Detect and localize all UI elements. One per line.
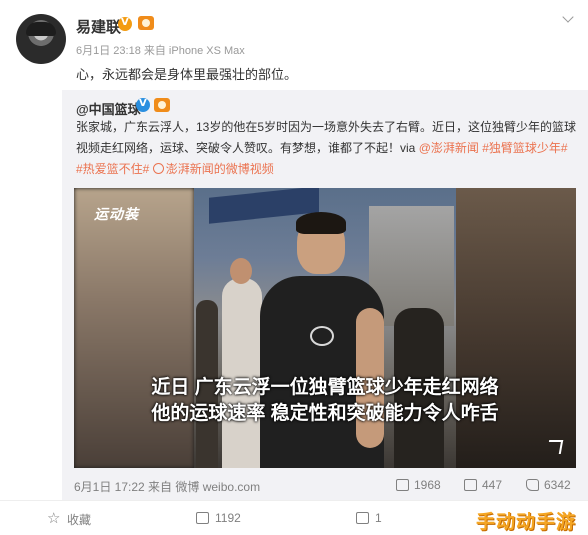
comment-label: 1 <box>375 511 382 525</box>
like-count-button[interactable]: 6342 <box>526 478 571 492</box>
chevron-down-icon[interactable] <box>560 10 576 26</box>
star-icon <box>47 509 61 527</box>
hashtag-link[interactable]: #独臂篮球少年# <box>479 141 567 155</box>
verified-icon <box>136 98 150 112</box>
original-text-line2: 视频走红网络，运球、突破令人赞叹。有梦想，谁都了不起！via @澎湃新闻 #独臂… <box>76 139 568 156</box>
repost-count: 1968 <box>414 478 441 492</box>
video-player-hair <box>296 212 346 234</box>
repost-box: @中国篮球 张家城，广东云浮人，13岁的他在5岁时因为一场意外失去了右臂。近日，… <box>62 90 588 500</box>
repost-label: 1192 <box>215 511 241 525</box>
video-blur-left <box>74 188 194 468</box>
original-text-line1: 张家城，广东云浮人，13岁的他在5岁时因为一场意外失去了右臂。近日，这位独臂少年… <box>76 120 577 134</box>
video-emblem <box>310 326 334 346</box>
favorite-button[interactable]: 收藏 <box>47 509 92 528</box>
fullscreen-icon[interactable] <box>546 438 562 454</box>
original-username[interactable]: @中国篮球 <box>76 99 141 118</box>
link-icon <box>152 163 164 174</box>
comment-count: 447 <box>482 478 503 492</box>
action-bar: 收藏 1192 1 手动动手游 <box>0 500 588 535</box>
mention-link[interactable]: @澎湃新闻 <box>419 141 479 155</box>
avatar-cap <box>26 22 56 36</box>
username[interactable]: 易建联 <box>76 16 121 37</box>
original-text-line3: #热爱篮不住# 澎湃新闻的微博视频 <box>76 160 274 177</box>
repost-meta: 6月1日 17:22 来自 微博 weibo.com <box>74 480 261 494</box>
repost-button[interactable]: 1192 <box>196 511 241 525</box>
comment-count-button[interactable]: 447 <box>464 478 502 492</box>
verified-icon <box>118 17 132 31</box>
repost-icon <box>196 512 209 524</box>
like-count: 6342 <box>544 478 571 492</box>
watermark: 手动动手游 <box>476 512 577 533</box>
video-link[interactable]: 澎湃新闻的微博视频 <box>166 162 274 176</box>
member-icon <box>154 98 170 112</box>
video-caption-line1: 近日 广东云浮一位独臂篮球少年走红网络 <box>151 377 499 398</box>
comment-icon <box>464 479 477 491</box>
post-text: 心，永远都会是身体里最强壮的部位。 <box>76 67 298 82</box>
video-blur-right <box>456 188 576 468</box>
comment-button[interactable]: 1 <box>356 511 382 525</box>
repost-count-button[interactable]: 1968 <box>396 478 441 492</box>
video-bystander-head <box>230 258 252 284</box>
video-caption-line2: 他的运球速率 稳定性和突破能力令人咋舌 <box>151 403 499 424</box>
video-logo: 运动装 <box>94 206 139 222</box>
comment-icon <box>356 512 369 524</box>
like-icon <box>526 479 539 491</box>
post-header: 易建联 6月1日 23:18 来自 iPhone XS Max 心，永远都会是身… <box>0 0 588 92</box>
post-meta: 6月1日 23:18 来自 iPhone XS Max <box>76 45 245 57</box>
video-player[interactable]: 运动装 近日 广东云浮一位独臂篮球少年走红网络 他的运球速率 稳定性和突破能力令… <box>74 188 576 468</box>
original-text-line2-body: 视频走红网络，运球、突破令人赞叹。有梦想，谁都了不起！via <box>76 141 419 155</box>
avatar[interactable] <box>16 14 66 64</box>
member-icon <box>138 16 154 30</box>
favorite-label: 收藏 <box>67 513 92 527</box>
hashtag-link[interactable]: #热爱篮不住# <box>76 162 149 176</box>
repost-footer: 6月1日 17:22 来自 微博 weibo.com 1968 447 6342 <box>74 476 576 496</box>
repost-icon <box>396 479 409 491</box>
